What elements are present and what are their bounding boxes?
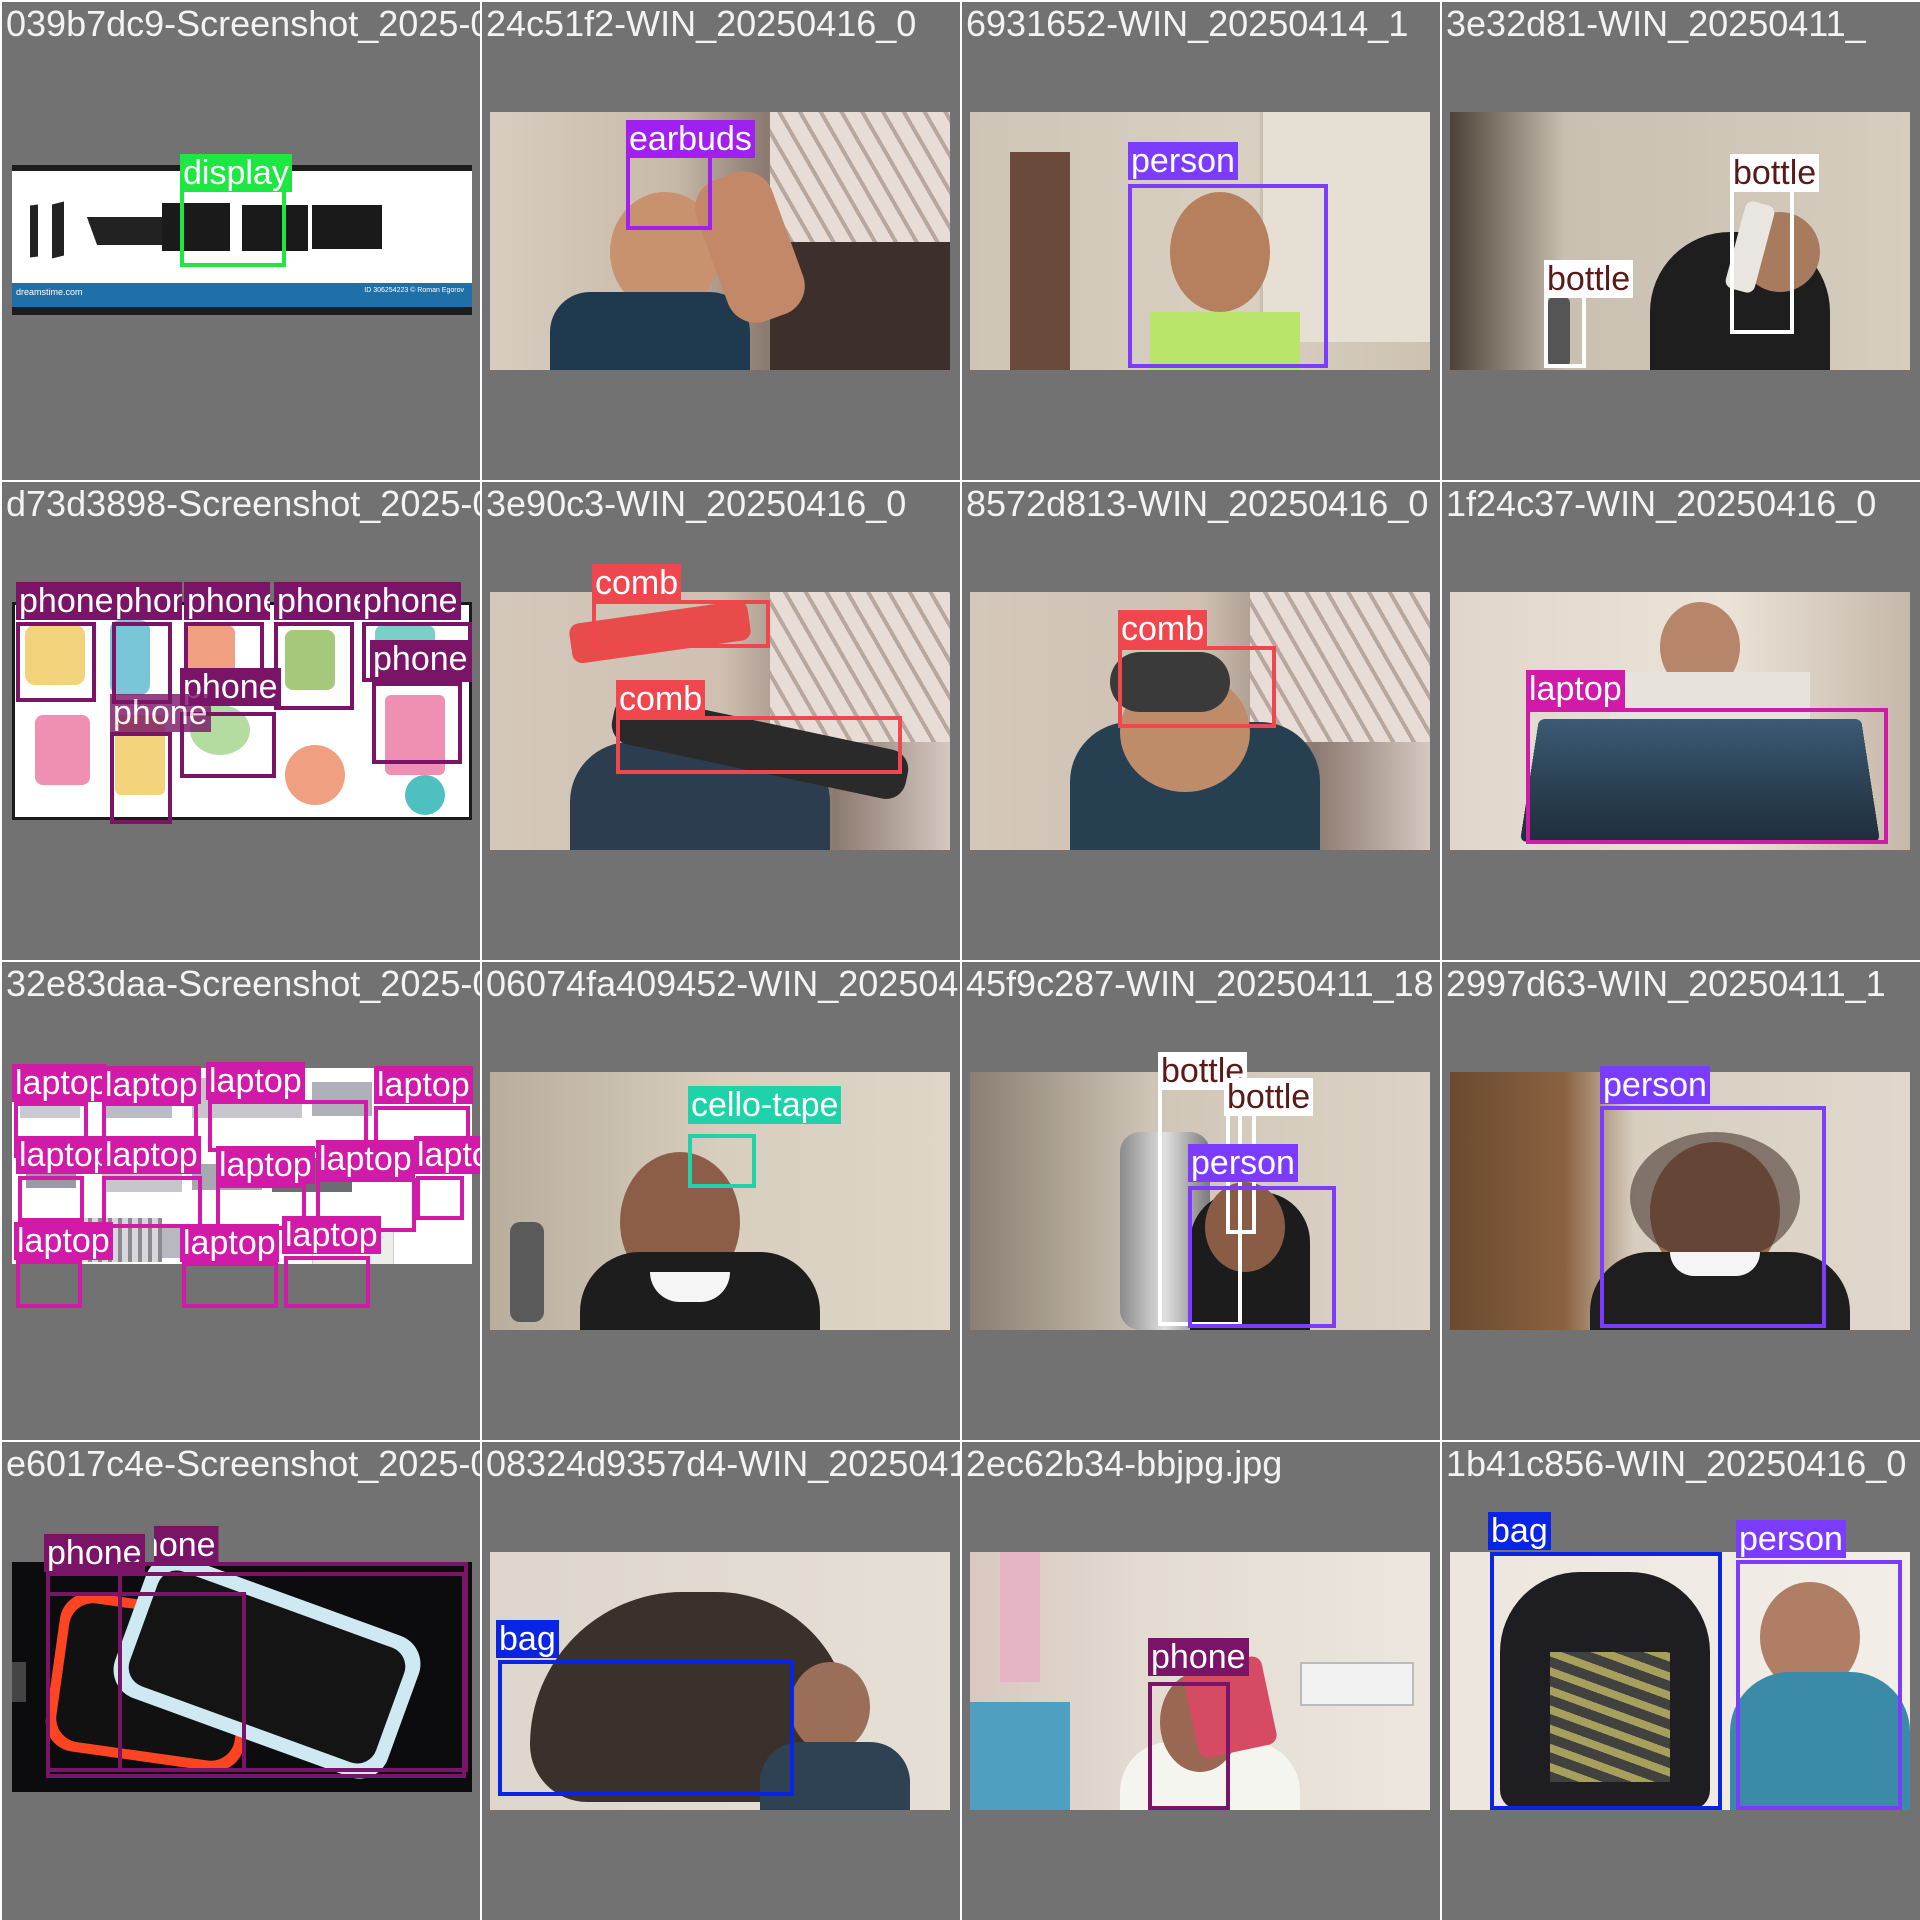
bbox-laptop-6 bbox=[102, 1176, 202, 1228]
grid-cell-12: 2997d63-WIN_20250411_1 person bbox=[1442, 962, 1920, 1440]
grid-cell-6: 3e90c3-WIN_20250416_0 comb comb bbox=[482, 482, 960, 960]
bbox-phone-6 bbox=[372, 682, 462, 764]
cell-title: 3e90c3-WIN_20250416_0 bbox=[486, 483, 907, 524]
cell-title: 24c51f2-WIN_20250416_0 bbox=[486, 3, 917, 44]
cell-title: e6017c4e-Screenshot_2025-04-11_1 bbox=[6, 1443, 480, 1484]
label-laptop-2: laptop bbox=[102, 1066, 201, 1104]
grid-cell-16: 1b41c856-WIN_20250416_0 bag person bbox=[1442, 1442, 1920, 1920]
bbox-person bbox=[1736, 1560, 1902, 1810]
label-laptop-7: laptop bbox=[216, 1146, 315, 1184]
label-phone-2: phone bbox=[112, 582, 182, 620]
label-phone-1: phone bbox=[16, 582, 117, 620]
bbox-phone-2 bbox=[112, 622, 172, 704]
label-bottle-2: bottle bbox=[1224, 1078, 1314, 1116]
bbox-phone-3 bbox=[46, 1592, 246, 1772]
grid-cell-13: e6017c4e-Screenshot_2025-04-11_1 phone p… bbox=[2, 1442, 480, 1920]
cell-title: 039b7dc9-Screenshot_2025-04-11_1 bbox=[6, 3, 480, 44]
label-laptop-4: laptop bbox=[374, 1066, 473, 1104]
grid-cell-4: 3e32d81-WIN_20250411_ bottle bottle bbox=[1442, 2, 1920, 480]
bbox-phone-1 bbox=[16, 622, 96, 702]
bbox-comb bbox=[1118, 646, 1276, 728]
bbox-earbuds bbox=[626, 154, 712, 230]
label-display: display bbox=[180, 154, 292, 192]
label-phone-8: phone bbox=[110, 694, 211, 732]
bbox-person bbox=[1128, 184, 1328, 368]
bbox-phone bbox=[1148, 1682, 1230, 1810]
label-laptop-8: laptop bbox=[316, 1140, 415, 1178]
bbox-comb-bottom bbox=[616, 716, 902, 774]
cell-title: 8572d813-WIN_20250416_0 bbox=[966, 483, 1429, 524]
label-bag: bag bbox=[1488, 1512, 1551, 1550]
cell-title: 2ec62b34-bbjpg.jpg bbox=[966, 1443, 1283, 1484]
label-phone-4: phone bbox=[274, 582, 360, 620]
label-phone: phone bbox=[1148, 1638, 1249, 1676]
cell-title: 08324d9357d4-WIN_20250416_0 bbox=[486, 1443, 960, 1484]
grid-cell-2: 24c51f2-WIN_20250416_0 earbuds bbox=[482, 2, 960, 480]
label-laptop-1: laptop bbox=[12, 1064, 106, 1102]
label-laptop-5: laptop bbox=[16, 1136, 102, 1174]
grid-cell-14: 08324d9357d4-WIN_20250416_0 bag bbox=[482, 1442, 960, 1920]
bbox-bag bbox=[1490, 1552, 1722, 1810]
cell-title: d73d3898-Screenshot_2025-04-11_1 bbox=[6, 483, 480, 524]
label-bag: bag bbox=[496, 1620, 559, 1658]
label-comb-bottom: comb bbox=[616, 680, 706, 718]
label-laptop: laptop bbox=[1526, 670, 1625, 708]
grid-cell-8: 1f24c37-WIN_20250416_0 laptop bbox=[1442, 482, 1920, 960]
label-comb-top: comb bbox=[592, 564, 682, 602]
bbox-phone-8 bbox=[110, 732, 172, 824]
label-person: person bbox=[1128, 142, 1238, 180]
image-id-text: ID 306254223 © Roman Egorov bbox=[364, 287, 464, 294]
label-laptop-11: laptop bbox=[180, 1224, 279, 1262]
cell-title: 06074fa409452-WIN_20250411_18 bbox=[486, 963, 960, 1004]
label-laptop-6: laptop bbox=[102, 1136, 201, 1174]
label-phone-6: phone bbox=[370, 640, 471, 678]
label-person: person bbox=[1600, 1066, 1710, 1104]
bbox-laptop-9 bbox=[416, 1176, 464, 1220]
grid-cell-5: d73d3898-Screenshot_2025-04-11_1 phone p… bbox=[2, 482, 480, 960]
grid-cell-1: 039b7dc9-Screenshot_2025-04-11_1 dreamst… bbox=[2, 2, 480, 480]
cell-title: 6931652-WIN_20250414_1 bbox=[966, 3, 1409, 44]
bbox-bottle-small bbox=[1544, 294, 1586, 368]
bbox-person bbox=[1188, 1186, 1336, 1328]
bbox-display bbox=[180, 185, 286, 267]
bbox-laptop-11 bbox=[182, 1262, 278, 1308]
label-phone-5: phone bbox=[360, 582, 461, 620]
cell-title: 1f24c37-WIN_20250416_0 bbox=[1446, 483, 1877, 524]
label-cello-tape: cello-tape bbox=[688, 1086, 842, 1124]
cell-title: 32e83daa-Screenshot_2025-04-11_1 bbox=[6, 963, 480, 1004]
bbox-phone-4 bbox=[274, 622, 354, 710]
label-phone-3: phone bbox=[184, 582, 270, 620]
bbox-bag bbox=[498, 1660, 794, 1796]
watermark-text: dreamstime.com bbox=[16, 287, 83, 297]
label-laptop-9: laptop bbox=[414, 1136, 480, 1174]
bbox-cello-tape bbox=[688, 1134, 756, 1188]
photo-bottles bbox=[1450, 112, 1910, 370]
bbox-laptop bbox=[1526, 708, 1888, 844]
label-laptop-12: laptop bbox=[282, 1216, 381, 1254]
grid-cell-10: 06074fa409452-WIN_20250411_18 cello-tape bbox=[482, 962, 960, 1440]
grid-cell-9: 32e83daa-Screenshot_2025-04-11_1 laptop … bbox=[2, 962, 480, 1440]
grid-cell-15: 2ec62b34-bbjpg.jpg phone bbox=[962, 1442, 1440, 1920]
label-comb: comb bbox=[1118, 610, 1208, 648]
grid-cell-11: 45f9c287-WIN_20250411_18 bottle bottle p… bbox=[962, 962, 1440, 1440]
label-person: person bbox=[1736, 1520, 1846, 1558]
cell-title: 2997d63-WIN_20250411_1 bbox=[1446, 963, 1886, 1004]
label-earbuds: earbuds bbox=[626, 120, 755, 158]
label-person: person bbox=[1188, 1144, 1298, 1182]
bbox-laptop-5 bbox=[18, 1176, 84, 1222]
label-laptop-3: laptop bbox=[206, 1062, 305, 1100]
label-laptop-10: laptop bbox=[14, 1222, 113, 1260]
label-bottle-large: bottle bbox=[1730, 154, 1820, 192]
bbox-person bbox=[1600, 1106, 1826, 1328]
label-bottle-small: bottle bbox=[1544, 260, 1634, 298]
bbox-comb-top bbox=[592, 600, 770, 648]
bbox-laptop-12 bbox=[284, 1256, 370, 1308]
cell-title: 3e32d81-WIN_20250411_ bbox=[1446, 3, 1866, 44]
bbox-laptop-10 bbox=[16, 1260, 82, 1308]
bbox-bottle-large bbox=[1730, 188, 1794, 334]
cell-title: 45f9c287-WIN_20250411_18 bbox=[966, 963, 1434, 1004]
cell-title: 1b41c856-WIN_20250416_0 bbox=[1446, 1443, 1907, 1484]
grid-cell-7: 8572d813-WIN_20250416_0 comb bbox=[962, 482, 1440, 960]
grid-cell-3: 6931652-WIN_20250414_1 person bbox=[962, 2, 1440, 480]
